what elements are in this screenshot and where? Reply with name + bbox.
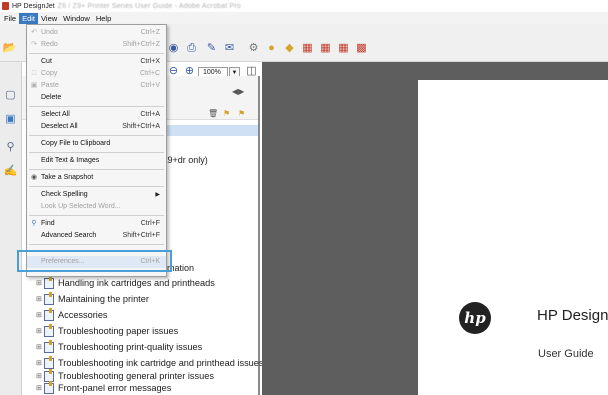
menu-item-cut[interactable]: Cut Ctrl+X <box>27 56 166 68</box>
expand-icon[interactable]: ⊞ <box>36 384 44 392</box>
bookmark-icon <box>44 307 54 321</box>
bookmark-partial-text: Z9+dr only) <box>162 155 208 165</box>
bookmark-icon <box>44 323 54 337</box>
document-subtitle: User Guide <box>538 348 594 360</box>
menu-item-copy[interactable]: □ Copy Ctrl+C <box>27 68 166 80</box>
menu-separator <box>29 135 164 136</box>
menu-item-redo[interactable]: ↷ Redo Shift+Ctrl+Z <box>27 39 166 51</box>
menu-separator <box>29 169 164 170</box>
document-title: HP Design <box>537 307 608 324</box>
comment-icon[interactable]: ● <box>265 42 278 55</box>
bookmark-options-icon[interactable]: ⚑ <box>238 109 245 118</box>
expand-icon[interactable]: ⊞ <box>36 295 44 303</box>
menu-bar: File Edit View Window Help <box>0 12 608 24</box>
highlight-icon[interactable]: ◆ <box>283 42 296 55</box>
title-bar: HP DesignJet Z6 / Z9+ Printer Series Use… <box>0 0 608 12</box>
new-bookmark-icon[interactable]: ⚑ <box>223 109 230 118</box>
paste-icon: ▣ <box>30 82 38 89</box>
bookmark-icon <box>44 380 54 394</box>
menu-item-paste[interactable]: ▣ Paste Ctrl+V <box>27 80 166 92</box>
menu-item-deselect-all[interactable]: Deselect All Shift+Ctrl+A <box>27 121 166 133</box>
combine-pdf-icon[interactable]: ▦ <box>337 42 350 55</box>
export-pdf-icon[interactable]: ▦ <box>319 42 332 55</box>
copy-icon: □ <box>31 70 37 77</box>
settings-icon[interactable]: ⚙ <box>247 42 260 55</box>
menu-separator <box>29 106 164 107</box>
menu-separator <box>29 53 164 54</box>
menu-separator <box>29 244 164 245</box>
search-icon: ⚲ <box>31 220 37 227</box>
menu-item-advanced-search[interactable]: Advanced Search Shift+Ctrl+F <box>27 230 166 242</box>
pages-icon[interactable]: ▢ <box>4 88 17 101</box>
bookmark-item[interactable]: ⊞ Accessories <box>36 307 108 322</box>
bookmark-icon <box>44 275 54 289</box>
menu-help[interactable]: Help <box>93 13 114 24</box>
menu-item-select-all[interactable]: Select All Ctrl+A <box>27 109 166 121</box>
menu-item-find[interactable]: ⚲ Find Ctrl+F <box>27 218 166 230</box>
expand-icon[interactable]: ⊞ <box>36 279 44 287</box>
menu-window[interactable]: Window <box>60 13 93 24</box>
camera-icon: ◉ <box>30 174 38 181</box>
expand-icon[interactable]: ⊞ <box>36 359 44 367</box>
edit-menu: ↶ Undo Ctrl+Z ↷ Redo Shift+Ctrl+Z Cut Ct… <box>26 24 167 277</box>
menu-separator <box>29 152 164 153</box>
save-icon[interactable]: ◉ <box>167 42 180 55</box>
bookmark-item[interactable]: ⊞ Troubleshooting ink cartridge and prin… <box>36 355 263 370</box>
menu-item-check-spelling[interactable]: Check Spelling ▶ <box>27 189 166 201</box>
navigation-pane: ▢ ▣ ⚲ ✍ <box>0 62 22 395</box>
hp-logo: hp <box>459 302 491 334</box>
bookmark-item[interactable]: ⊞ Handling ink cartridges and printheads <box>36 275 215 290</box>
bookmark-item[interactable]: ⊞ Maintaining the printer <box>36 291 149 306</box>
acrobat-icon <box>2 2 9 10</box>
menu-item-snapshot[interactable]: ◉ Take a Snapshot <box>27 172 166 184</box>
delete-bookmark-icon[interactable]: 🗑 <box>208 109 218 118</box>
menu-file[interactable]: File <box>1 13 19 24</box>
attachments-icon[interactable]: ⚲ <box>4 140 17 153</box>
expand-icon[interactable]: ⊞ <box>36 343 44 351</box>
menu-separator <box>29 215 164 216</box>
expand-icon[interactable]: ⊞ <box>36 327 44 335</box>
bookmarks-icon[interactable]: ▣ <box>4 112 17 125</box>
print-icon[interactable]: ⎙ <box>185 42 198 55</box>
expand-icon[interactable]: ⊞ <box>36 372 44 380</box>
menu-item-undo[interactable]: ↶ Undo Ctrl+Z <box>27 27 166 39</box>
bookmark-item[interactable]: ⊞ Front-panel error messages <box>36 380 171 395</box>
email-icon[interactable]: ✉ <box>223 42 236 55</box>
expand-icon[interactable]: ⊞ <box>36 311 44 319</box>
menu-item-edit-text[interactable]: Edit Text & Images <box>27 155 166 167</box>
preferences-callout <box>17 250 172 272</box>
open-folder-icon[interactable]: 📂 <box>3 42 17 55</box>
bookmark-item[interactable]: ⊞ Troubleshooting print-quality issues <box>36 339 202 354</box>
window-title: HP DesignJet <box>12 2 55 10</box>
signatures-icon[interactable]: ✍ <box>4 164 18 177</box>
menu-item-look-up[interactable]: Look Up Selected Word... <box>27 201 166 213</box>
bookmark-item[interactable]: ⊞ Troubleshooting paper issues <box>36 323 178 338</box>
stamp-icon[interactable]: ▩ <box>355 42 368 55</box>
edit-pdf-icon[interactable]: ✎ <box>205 42 218 55</box>
undo-icon: ↶ <box>31 29 37 36</box>
bookmark-icon <box>44 291 54 305</box>
collapse-panel-icon[interactable]: ◀▶ <box>232 87 244 96</box>
bookmark-icon <box>44 355 54 369</box>
menu-separator <box>29 186 164 187</box>
menu-item-delete[interactable]: Delete <box>27 92 166 104</box>
pdf-icon[interactable]: ▦ <box>301 42 314 55</box>
window-title-blurred: Z6 / Z9+ Printer Series User Guide - Ado… <box>57 2 242 10</box>
menu-item-copy-file[interactable]: Copy File to Clipboard <box>27 138 166 150</box>
menu-view[interactable]: View <box>38 13 60 24</box>
bookmark-icon <box>44 339 54 353</box>
redo-icon: ↷ <box>31 41 37 48</box>
menu-edit[interactable]: Edit <box>19 12 39 24</box>
submenu-arrow-icon: ▶ <box>155 192 160 198</box>
